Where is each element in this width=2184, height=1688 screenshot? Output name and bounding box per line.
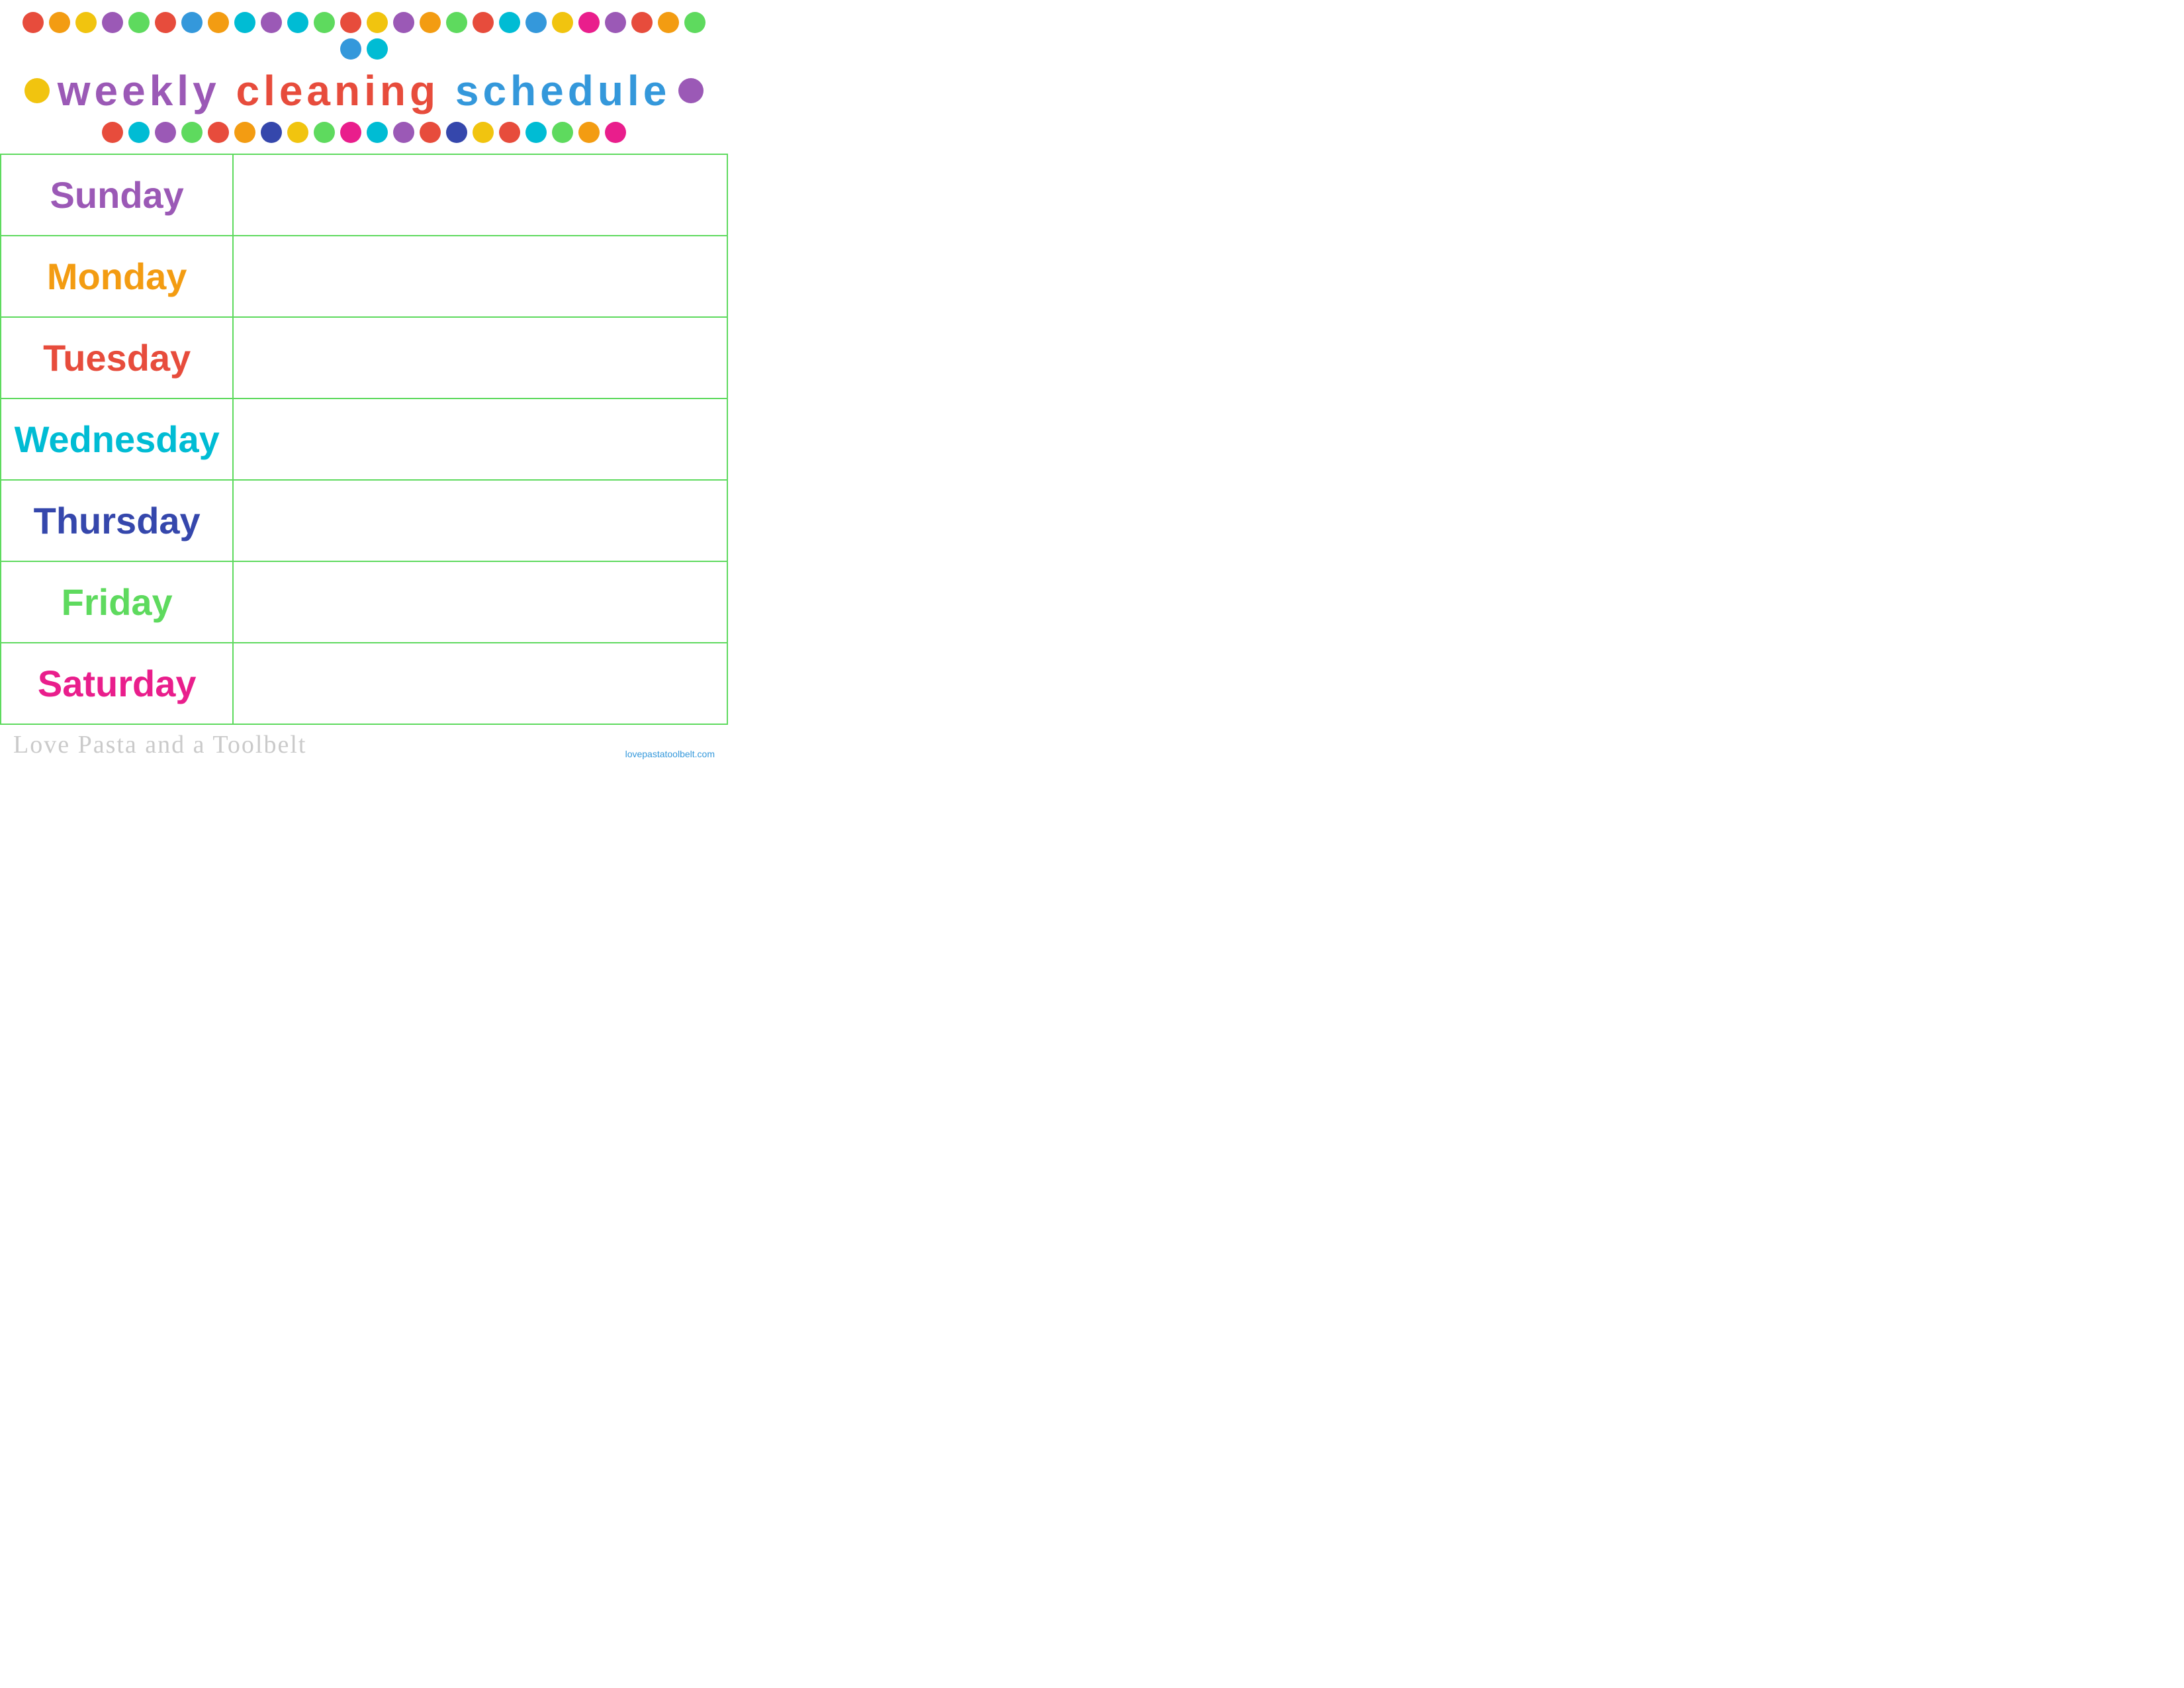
task-cell[interactable]: [233, 643, 727, 724]
task-cell[interactable]: [233, 480, 727, 561]
title-dot-right: [678, 78, 704, 103]
dot: [658, 12, 679, 33]
schedule-row: Thursday: [1, 480, 727, 561]
dots-top-row: [13, 7, 715, 65]
title-schedule: schedule: [455, 67, 670, 115]
dot: [102, 12, 123, 33]
dot: [128, 122, 150, 143]
day-cell: Wednesday: [1, 399, 233, 480]
task-cell[interactable]: [233, 561, 727, 643]
dot: [287, 122, 308, 143]
dot: [473, 122, 494, 143]
day-label: Wednesday: [15, 418, 220, 460]
dot: [181, 12, 203, 33]
dot: [420, 12, 441, 33]
dot: [393, 12, 414, 33]
day-label: Thursday: [34, 500, 201, 541]
day-cell: Monday: [1, 236, 233, 317]
dot: [605, 122, 626, 143]
schedule-row: Wednesday: [1, 399, 727, 480]
website-url: lovepastatoolbelt.com: [625, 749, 715, 759]
dot: [525, 122, 547, 143]
dot: [75, 12, 97, 33]
schedule-table: Sunday Monday Tuesday Wednesday Thursday Frid…: [0, 154, 728, 725]
dot: [234, 122, 255, 143]
dot: [631, 12, 653, 33]
dot: [340, 12, 361, 33]
day-label: Saturday: [38, 663, 197, 704]
day-cell: Tuesday: [1, 317, 233, 399]
dot: [261, 12, 282, 33]
dot: [684, 12, 705, 33]
dot: [552, 12, 573, 33]
schedule-row: Saturday: [1, 643, 727, 724]
day-cell: Friday: [1, 561, 233, 643]
schedule-row: Sunday: [1, 154, 727, 236]
header: weekly cleaning schedule: [0, 0, 728, 148]
dot: [208, 122, 229, 143]
dot: [499, 12, 520, 33]
dot: [155, 12, 176, 33]
dot: [367, 122, 388, 143]
task-cell[interactable]: [233, 399, 727, 480]
dot: [446, 122, 467, 143]
dot: [208, 12, 229, 33]
dot: [234, 12, 255, 33]
day-cell: Sunday: [1, 154, 233, 236]
dot: [499, 122, 520, 143]
dot: [155, 122, 176, 143]
dot: [578, 12, 600, 33]
schedule-row: Tuesday: [1, 317, 727, 399]
dot: [393, 122, 414, 143]
dot: [578, 122, 600, 143]
task-cell[interactable]: [233, 317, 727, 399]
dot: [128, 12, 150, 33]
dot: [181, 122, 203, 143]
watermark-text: Love Pasta and a Toolbelt: [13, 730, 306, 759]
footer: Love Pasta and a Toolbelt lovepastatoolb…: [0, 725, 728, 765]
day-cell: Saturday: [1, 643, 233, 724]
dot: [367, 12, 388, 33]
dot: [314, 12, 335, 33]
dot: [367, 38, 388, 60]
dot: [49, 12, 70, 33]
dots-bottom-row: [13, 117, 715, 148]
title-weekly: weekly: [58, 67, 220, 115]
day-label: Sunday: [50, 174, 184, 216]
schedule-row: Friday: [1, 561, 727, 643]
task-cell[interactable]: [233, 236, 727, 317]
dot: [473, 12, 494, 33]
dot: [605, 12, 626, 33]
schedule-row: Monday: [1, 236, 727, 317]
title-row: weekly cleaning schedule: [13, 65, 715, 117]
title-cleaning: cleaning: [236, 67, 439, 115]
dot: [446, 12, 467, 33]
dot: [287, 12, 308, 33]
day-label: Monday: [47, 256, 187, 297]
page-wrapper: weekly cleaning schedule Sunday Monday Tue…: [0, 0, 728, 765]
task-cell[interactable]: [233, 154, 727, 236]
dot: [340, 122, 361, 143]
day-label: Friday: [62, 581, 173, 623]
dot: [102, 122, 123, 143]
dot: [420, 122, 441, 143]
page-title: weekly cleaning schedule: [58, 68, 671, 114]
dot: [340, 38, 361, 60]
dot: [261, 122, 282, 143]
dot: [23, 12, 44, 33]
dot: [552, 122, 573, 143]
day-cell: Thursday: [1, 480, 233, 561]
day-label: Tuesday: [43, 337, 191, 379]
dot: [525, 12, 547, 33]
title-dot-left: [24, 78, 50, 103]
dot: [314, 122, 335, 143]
